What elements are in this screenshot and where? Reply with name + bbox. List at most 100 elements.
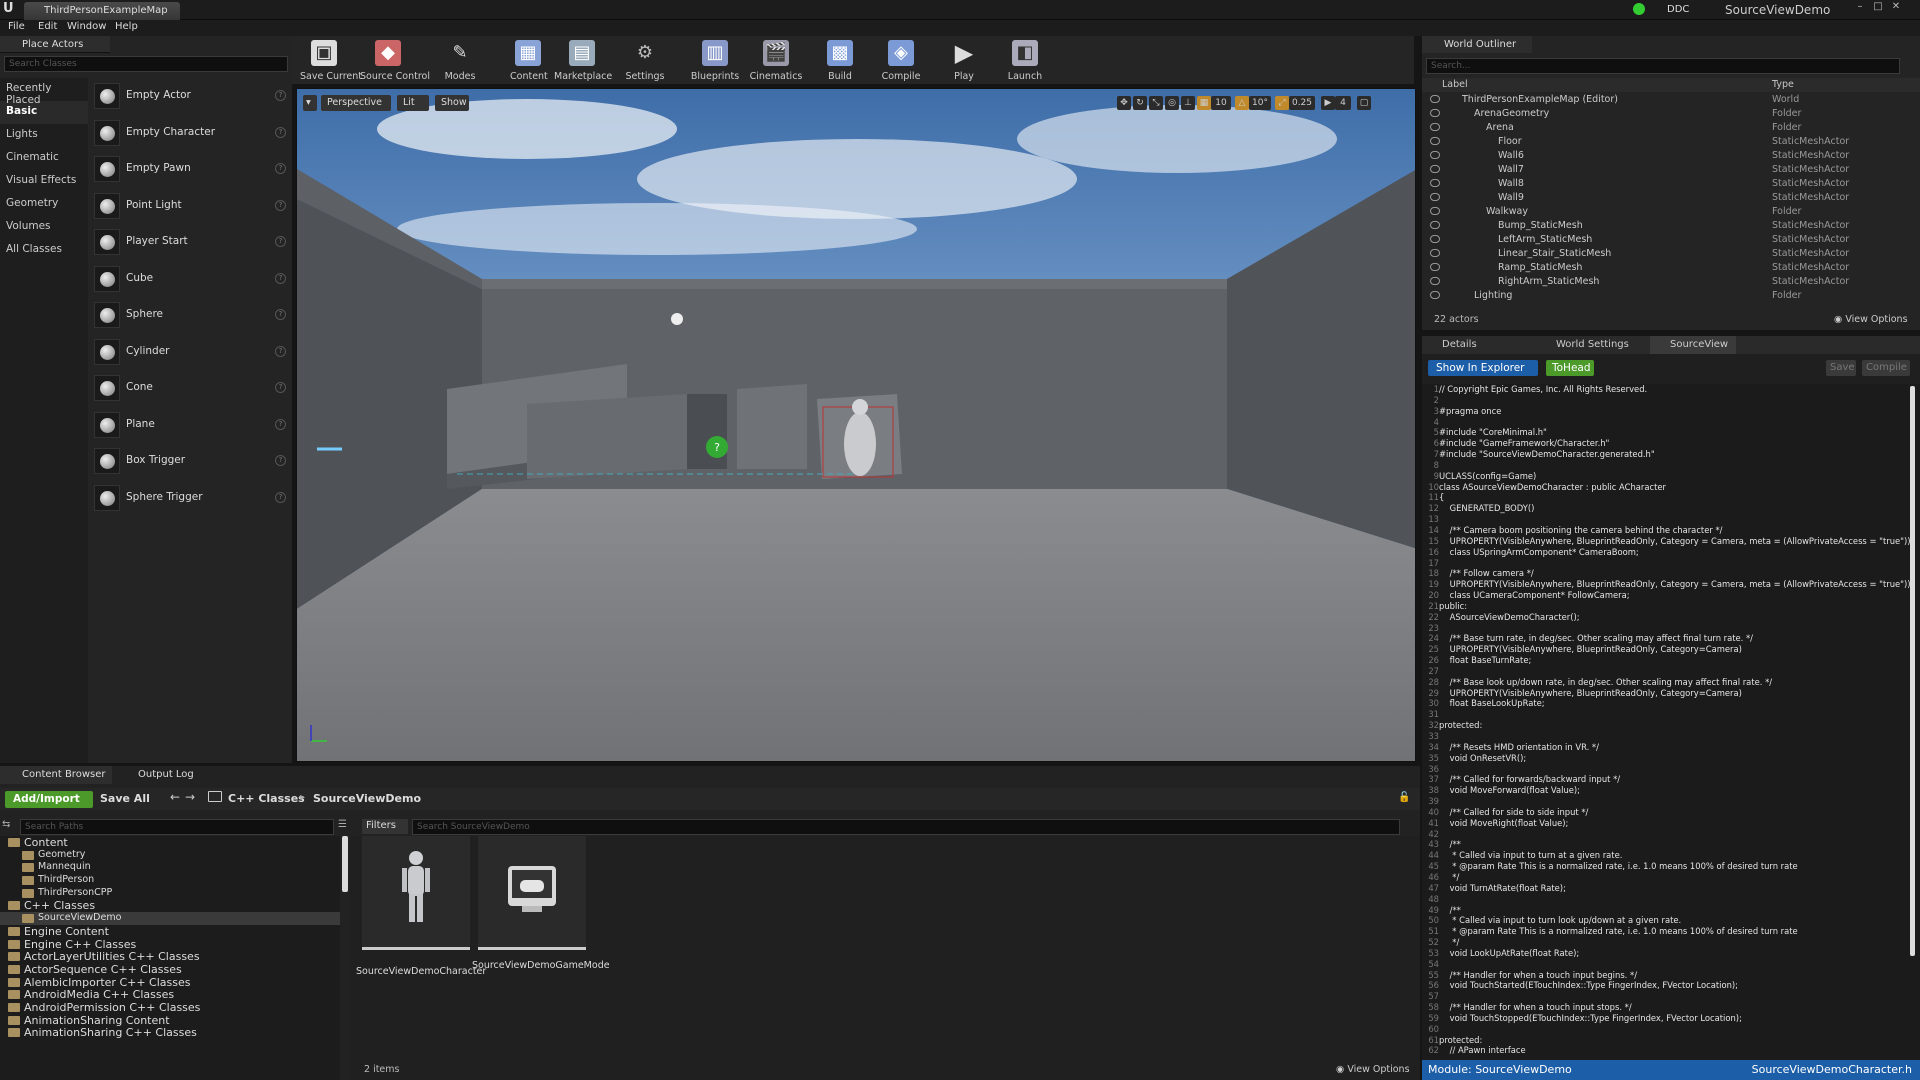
path-tree-item[interactable]: Mannequin xyxy=(0,861,340,874)
eye-icon[interactable] xyxy=(1430,109,1440,117)
source-control-status-icon[interactable] xyxy=(1633,3,1645,15)
play-button[interactable]: ▶ Play xyxy=(946,36,982,84)
menu-help[interactable]: Help xyxy=(115,20,138,36)
forward-arrow-icon[interactable]: → xyxy=(185,790,195,804)
outliner-row[interactable]: Walkway Folder xyxy=(1422,205,1912,219)
compile-button[interactable]: ◈ Compile xyxy=(878,36,924,84)
search-classes-input[interactable]: Search Classes xyxy=(4,56,288,72)
source-control-button[interactable]: ◆ Source Control xyxy=(360,36,430,84)
asset-view-options-button[interactable]: ◉ View Options xyxy=(1336,1064,1410,1075)
breadcrumb-sourceviewdemo[interactable]: SourceViewDemo xyxy=(313,792,421,805)
camera-speed-icon[interactable]: ▶ xyxy=(1321,96,1335,110)
tab-sourceview[interactable]: SourceView xyxy=(1650,336,1737,354)
search-paths-input[interactable]: Search Paths xyxy=(20,819,334,835)
perspective-button[interactable]: Perspective xyxy=(321,95,391,111)
path-tree-item[interactable]: AndroidPermission C++ Classes xyxy=(0,1001,340,1014)
lit-button[interactable]: Lit xyxy=(397,95,429,111)
search-assets-input[interactable]: Search SourceViewDemo xyxy=(412,819,1400,835)
tab-world-outliner[interactable]: World Outliner xyxy=(1422,36,1532,53)
outliner-row[interactable]: Ramp_StaticMesh StaticMeshActor xyxy=(1422,261,1912,275)
tab-details[interactable]: Details xyxy=(1422,336,1485,354)
show-button[interactable]: Show xyxy=(435,95,469,111)
path-tree-item[interactable]: SourceViewDemo xyxy=(0,912,340,925)
level-tab[interactable]: ThirdPersonExampleMap xyxy=(24,2,180,20)
eye-icon[interactable] xyxy=(1430,221,1440,229)
content-button[interactable]: ▦ Content xyxy=(510,36,548,84)
compile-button[interactable]: Compile xyxy=(1862,360,1910,376)
save-current-button[interactable]: ▣ Save Current xyxy=(300,36,362,84)
rotation-snap-value[interactable]: 10° xyxy=(1249,96,1271,110)
actor-item[interactable]: Empty Pawn? xyxy=(90,151,290,188)
menu-edit[interactable]: Edit xyxy=(38,20,57,36)
info-icon[interactable]: ? xyxy=(275,345,286,357)
info-icon[interactable]: ? xyxy=(275,163,286,174)
eye-icon[interactable] xyxy=(1430,235,1440,243)
save-button[interactable]: Save xyxy=(1826,360,1856,376)
outliner-row[interactable]: Floor StaticMeshActor xyxy=(1422,135,1912,149)
asset-tile[interactable] xyxy=(362,836,470,950)
add-import-button[interactable]: Add/Import xyxy=(5,791,93,808)
path-tree-item[interactable]: Engine Content xyxy=(0,925,340,938)
outliner-search-input[interactable]: Search... xyxy=(1426,58,1900,74)
surface-snap-icon[interactable]: ⊥ xyxy=(1181,96,1195,110)
rotate-icon[interactable]: ↻ xyxy=(1133,96,1147,110)
eye-icon[interactable] xyxy=(1430,249,1440,257)
category-visual-effects[interactable]: Visual Effects xyxy=(0,170,88,193)
category-geometry[interactable]: Geometry xyxy=(0,193,88,216)
scale-icon[interactable]: ⤡ xyxy=(1149,96,1163,110)
path-tree-scrollbar[interactable] xyxy=(342,836,348,892)
ddc-indicator[interactable]: DDC xyxy=(1667,2,1715,18)
outliner-row[interactable]: Bump_StaticMesh StaticMeshActor xyxy=(1422,219,1912,233)
modes-button[interactable]: ✎ Modes xyxy=(442,36,478,84)
outliner-row[interactable]: Arena Folder xyxy=(1422,121,1912,135)
eye-icon[interactable] xyxy=(1430,263,1440,271)
column-type[interactable]: Type xyxy=(1772,79,1794,90)
actor-item[interactable]: Player Start? xyxy=(90,224,290,261)
show-in-explorer-button[interactable]: Show In Explorer xyxy=(1428,360,1538,376)
breadcrumb-cpp-classes[interactable]: C++ Classes xyxy=(228,792,305,805)
filters-button[interactable]: Filters xyxy=(362,819,408,834)
outliner-row[interactable]: Wall6 StaticMeshActor xyxy=(1422,149,1912,163)
actor-item[interactable]: Sphere Trigger? xyxy=(90,480,290,517)
info-icon[interactable]: ? xyxy=(275,382,286,393)
outliner-row[interactable]: Wall9 StaticMeshActor xyxy=(1422,191,1912,205)
rotation-snap-icon[interactable]: △ xyxy=(1235,96,1249,110)
outliner-row[interactable]: ArenaGeometry Folder xyxy=(1422,107,1912,121)
info-icon[interactable]: ? xyxy=(275,309,286,320)
cinematics-button[interactable]: 🎬 Cinematics xyxy=(748,36,804,84)
info-icon[interactable]: ? xyxy=(275,199,286,211)
back-arrow-icon[interactable]: ← xyxy=(170,790,180,804)
category-basic[interactable]: Basic xyxy=(0,101,88,124)
eye-icon[interactable] xyxy=(1430,291,1440,299)
category-cinematic[interactable]: Cinematic xyxy=(0,147,88,170)
actor-item[interactable]: Cylinder? xyxy=(90,334,290,371)
outliner-row[interactable]: Wall8 StaticMeshActor xyxy=(1422,177,1912,191)
marketplace-button[interactable]: ▤ Marketplace xyxy=(554,36,612,84)
grid-snap-value[interactable]: 10 xyxy=(1211,96,1231,110)
info-icon[interactable]: ? xyxy=(275,455,286,466)
translate-icon[interactable]: ✥ xyxy=(1117,96,1131,110)
actor-item[interactable]: Empty Actor? xyxy=(90,78,290,115)
info-icon[interactable]: ? xyxy=(275,272,286,284)
lock-icon[interactable]: 🔓 xyxy=(1398,792,1410,803)
camera-speed-value[interactable]: 4 xyxy=(1335,96,1351,110)
column-label[interactable]: Label xyxy=(1442,79,1468,90)
info-icon[interactable]: ? xyxy=(275,126,286,138)
actor-item[interactable]: Empty Character? xyxy=(90,115,290,152)
save-all-button[interactable]: Save All xyxy=(100,792,150,805)
category-volumes[interactable]: Volumes xyxy=(0,216,88,239)
path-tree-item[interactable]: AnimationSharing Content xyxy=(0,1014,340,1027)
source-code-view[interactable]: 1// Copyright Epic Games, Inc. All Right… xyxy=(1422,384,1920,1060)
category-lights[interactable]: Lights xyxy=(0,124,88,147)
settings-button[interactable]: ⚙ Settings xyxy=(622,36,668,84)
tab-world-settings[interactable]: World Settings xyxy=(1536,336,1637,354)
info-icon[interactable]: ? xyxy=(275,491,286,503)
path-tree-item[interactable]: Geometry xyxy=(0,849,340,862)
outliner-row[interactable]: Linear_Stair_StaticMesh StaticMeshActor xyxy=(1422,247,1912,261)
path-tree-item[interactable]: Content xyxy=(0,836,340,849)
grid-snap-icon[interactable]: ▦ xyxy=(1197,96,1211,110)
eye-icon[interactable] xyxy=(1430,165,1440,173)
actor-item[interactable]: Sphere? xyxy=(90,297,290,334)
path-tree-item[interactable]: AnimationSharing C++ Classes xyxy=(0,1026,340,1039)
path-view-options-icon[interactable]: ☰ xyxy=(338,819,350,833)
